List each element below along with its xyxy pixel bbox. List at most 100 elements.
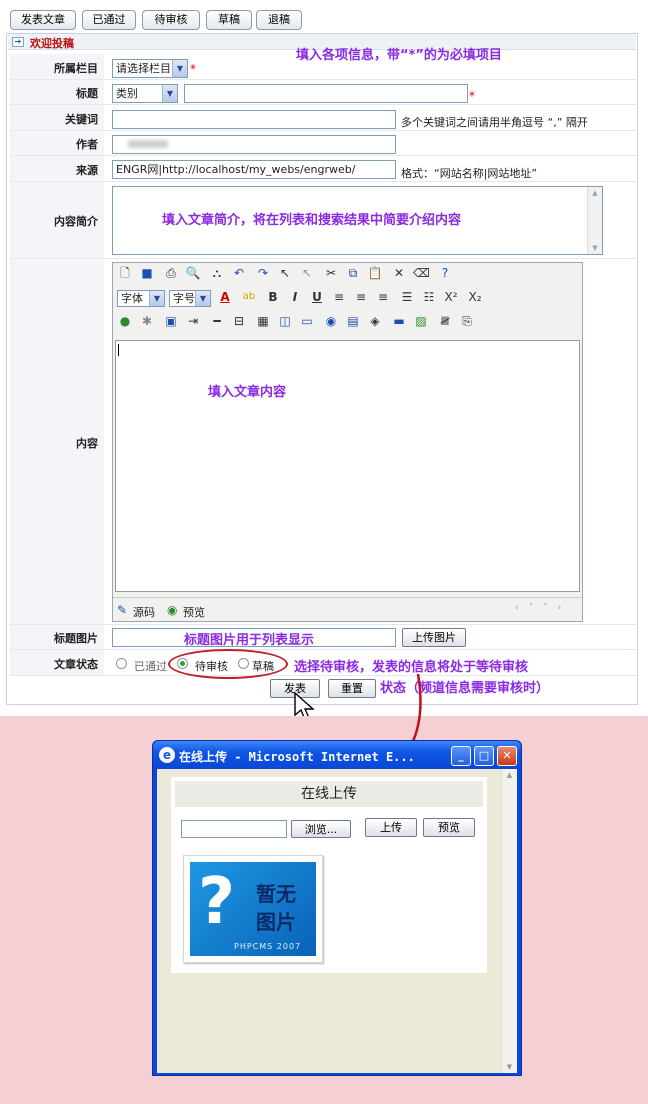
category-select[interactable]: 类别 ▼: [112, 84, 178, 103]
title-input[interactable]: [184, 84, 468, 103]
table-icon[interactable]: ▤: [345, 313, 361, 329]
editor-content-area[interactable]: [115, 340, 580, 592]
media-icon[interactable]: ▬: [391, 313, 407, 329]
keywords-input[interactable]: [112, 110, 396, 129]
paste-icon[interactable]: 📋: [367, 265, 383, 281]
popup-heading: 在线上传: [175, 781, 483, 807]
reset-button[interactable]: 重置: [328, 679, 376, 698]
help-icon[interactable]: ?: [437, 265, 453, 281]
title-label: 标题: [76, 87, 98, 100]
no-image-text-2: 图片: [256, 910, 296, 934]
chevron-down-icon: ▼: [195, 291, 210, 306]
required-star: *: [469, 89, 475, 103]
popup-title-bar[interactable]: e 在线上传 - Microsoft Internet E... _ □ ✕: [153, 741, 521, 769]
content-hint: 填入文章内容: [208, 385, 287, 400]
required-star: *: [190, 62, 196, 76]
flash-icon[interactable]: ◈: [367, 313, 383, 329]
align-left-icon[interactable]: ≡: [331, 289, 347, 305]
status-radio-approved[interactable]: [116, 658, 127, 669]
size-select[interactable]: 字号 ▼: [169, 290, 211, 307]
document-icon[interactable]: ⎘: [459, 313, 475, 329]
column-label: 所属栏目: [54, 62, 98, 75]
bullet-list-icon[interactable]: ☰: [399, 289, 415, 305]
keywords-note: 多个关键词之间请用半角逗号 “,” 隔开: [401, 116, 588, 129]
popup-body: 在线上传 浏览... 上传 预览 ? 暂无 图片 PHPCMS 2007 ▲ ▼: [157, 769, 517, 1073]
align-center-icon[interactable]: ≡: [353, 289, 369, 305]
source-note: 格式：“网站名称|网站地址”: [401, 167, 538, 180]
file-path-input[interactable]: [181, 820, 287, 838]
unlink-icon[interactable]: ✱: [139, 313, 155, 329]
subscript-icon[interactable]: X₂: [467, 289, 483, 305]
tab-rejected[interactable]: 退稿: [256, 10, 302, 30]
minimize-icon[interactable]: _: [451, 746, 471, 766]
undo-icon[interactable]: ↶: [231, 265, 247, 281]
browse-button[interactable]: 浏览...: [291, 820, 351, 838]
anchor-icon[interactable]: ▣: [163, 313, 179, 329]
redo-icon[interactable]: ↷: [255, 265, 271, 281]
column-select-value: 请选择栏目: [116, 62, 171, 75]
print-icon[interactable]: ⎙: [163, 265, 179, 281]
select-icon[interactable]: ↖: [277, 265, 293, 281]
new-doc-icon[interactable]: 🗋: [117, 265, 133, 281]
delete-icon[interactable]: ✕: [391, 265, 407, 281]
source-input[interactable]: ENGR网|http://localhost/my_webs/engrweb/: [112, 160, 396, 179]
superscript-icon[interactable]: X²: [443, 289, 459, 305]
content-label: 内容: [76, 437, 98, 450]
copy-icon[interactable]: ⧉: [345, 265, 361, 281]
summary-hint: 填入文章简介，将在列表和搜索结果中简要介绍内容: [162, 213, 462, 228]
popup-upload-button[interactable]: 上传: [365, 818, 417, 837]
column-select[interactable]: 请选择栏目 ▼: [112, 59, 188, 78]
form-icon[interactable]: ▭: [299, 313, 315, 329]
editor-bottom-bar: ✎ 源码 ◉ 预览 ‹˄˅›: [113, 597, 582, 621]
photo-icon[interactable]: ▨: [413, 313, 429, 329]
underline-icon[interactable]: U: [309, 289, 325, 305]
chevron-down-icon: ▼: [149, 291, 164, 306]
bold-icon[interactable]: B: [265, 289, 281, 305]
cut-icon[interactable]: ✂: [323, 265, 339, 281]
editor-nav-icons[interactable]: ‹˄˅›: [515, 603, 571, 613]
tab-publish[interactable]: 发表文章: [10, 10, 76, 30]
find-icon[interactable]: ⛬: [209, 265, 225, 281]
link-icon[interactable]: ●: [117, 313, 133, 329]
category-select-value: 类别: [116, 87, 138, 100]
arrow-right-icon: ➔: [12, 37, 24, 47]
attach-icon[interactable]: 𝍸: [437, 313, 453, 329]
image-icon[interactable]: ◫: [277, 313, 293, 329]
close-icon[interactable]: ✕: [497, 746, 517, 766]
font-color-icon[interactable]: A: [217, 289, 233, 305]
web-icon[interactable]: ◉: [323, 313, 339, 329]
upload-image-button[interactable]: 上传图片: [402, 628, 466, 647]
summary-scrollbar[interactable]: ▲ ▼: [587, 187, 602, 254]
date-icon[interactable]: ▦: [255, 313, 271, 329]
tab-pending[interactable]: 待审核: [142, 10, 200, 30]
select-all-icon[interactable]: ↖: [299, 265, 315, 281]
page-break-icon[interactable]: ⊟: [231, 313, 247, 329]
text-cursor: [118, 344, 119, 356]
horizontal-rule-icon[interactable]: ━: [209, 313, 225, 329]
ie-logo-icon: e: [159, 747, 175, 763]
eraser-icon[interactable]: ⌫: [413, 265, 430, 281]
italic-icon[interactable]: I: [287, 289, 303, 305]
upload-popup-window: e 在线上传 - Microsoft Internet E... _ □ ✕ 在…: [152, 740, 522, 1076]
source-tab[interactable]: 源码: [133, 604, 155, 620]
indent-icon[interactable]: ⇥: [185, 313, 201, 329]
save-icon[interactable]: ■: [139, 265, 155, 281]
chevron-down-icon: ▼: [162, 85, 177, 102]
no-image-brand: PHPCMS 2007: [234, 942, 302, 951]
font-select[interactable]: 字体 ▼: [117, 290, 165, 307]
number-list-icon[interactable]: ☷: [421, 289, 437, 305]
font-select-value: 字体: [121, 292, 143, 305]
align-right-icon[interactable]: ≡: [375, 289, 391, 305]
editor-toolbar-row-2: 字体 ▼ 字号 ▼ A ab B I U ≡ ≡ ≡ ☰ ☷ X² X₂: [117, 289, 577, 311]
highlight-icon[interactable]: ab: [241, 289, 257, 305]
maximize-icon[interactable]: □: [474, 746, 494, 766]
section-title: 欢迎投稿: [30, 37, 74, 50]
popup-scrollbar[interactable]: ▲ ▼: [501, 769, 517, 1073]
tab-draft[interactable]: 草稿: [206, 10, 252, 30]
print-preview-icon[interactable]: 🔍: [185, 265, 201, 281]
tab-approved[interactable]: 已通过: [82, 10, 136, 30]
popup-preview-button[interactable]: 预览: [423, 818, 475, 837]
size-select-value: 字号: [173, 292, 195, 305]
preview-tab[interactable]: 预览: [183, 604, 205, 620]
author-input[interactable]: [112, 135, 396, 154]
